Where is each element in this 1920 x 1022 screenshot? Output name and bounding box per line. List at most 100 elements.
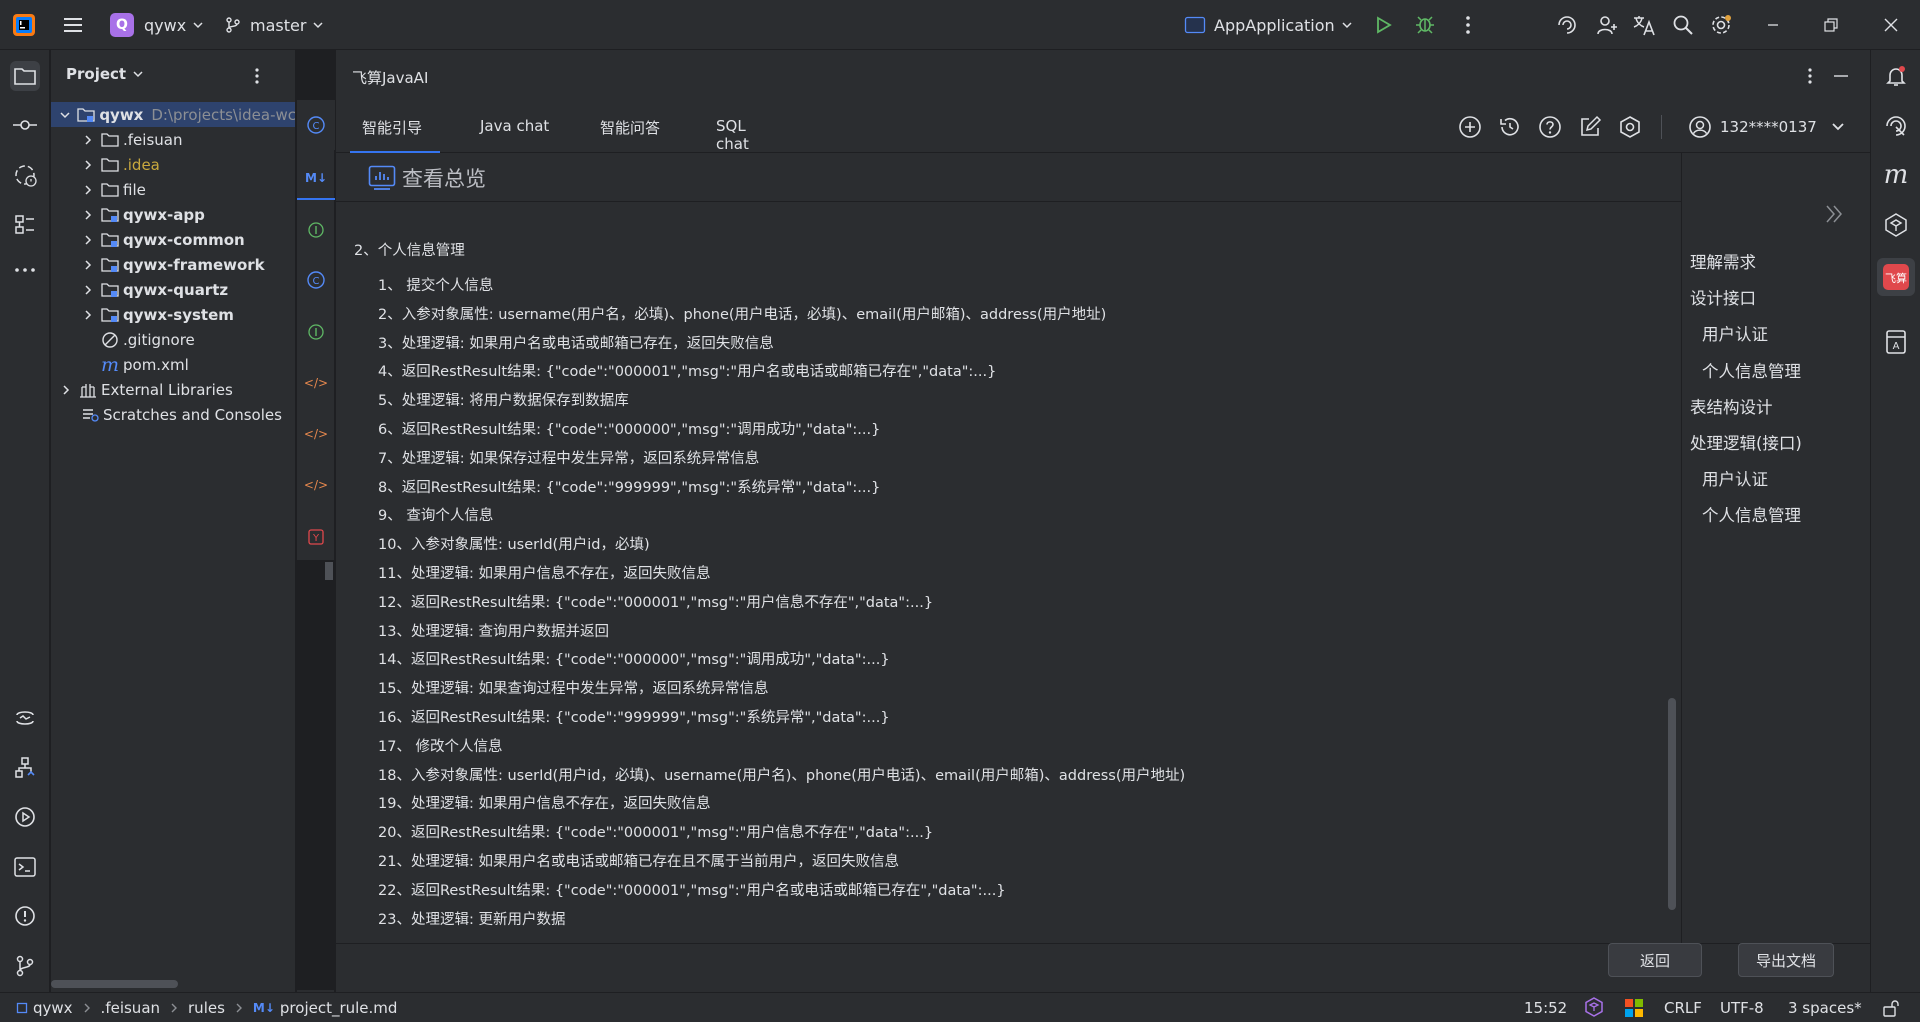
tree-item-file[interactable]: file bbox=[51, 177, 146, 202]
tab-java-chat[interactable]: Java chat bbox=[460, 100, 550, 153]
tab-smart-guide[interactable]: 智能引导 bbox=[350, 100, 440, 153]
chevron-right-icon[interactable] bbox=[81, 208, 95, 222]
toc-item[interactable]: 用户认证 bbox=[1702, 466, 1768, 490]
line-separator[interactable]: CRLF bbox=[1664, 999, 1702, 1017]
chevron-right-icon[interactable] bbox=[81, 258, 95, 272]
tree-item-qywx-quartz[interactable]: qywx-quartz bbox=[51, 277, 228, 302]
project-view-selector[interactable]: Project bbox=[66, 65, 144, 83]
main-menu-icon[interactable] bbox=[62, 14, 84, 36]
restore-window-icon[interactable] bbox=[1820, 14, 1842, 36]
breadcrumb-item[interactable]: .feisuan bbox=[101, 999, 160, 1017]
xml-file-icon[interactable]: </> bbox=[304, 373, 328, 393]
settings-icon[interactable] bbox=[1709, 13, 1733, 37]
tree-item-scratches[interactable]: Scratches and Consoles bbox=[51, 402, 282, 427]
interface-file-icon[interactable] bbox=[306, 322, 326, 342]
tree-item-pom[interactable]: m pom.xml bbox=[51, 352, 189, 377]
windows-icon[interactable] bbox=[1625, 999, 1643, 1017]
chevron-right-icon[interactable] bbox=[81, 308, 95, 322]
chevron-right-icon[interactable] bbox=[81, 183, 95, 197]
tree-item-qywx-framework[interactable]: qywx-framework bbox=[51, 252, 265, 277]
problems-icon[interactable] bbox=[10, 901, 40, 931]
tree-item-feisuan[interactable]: .feisuan bbox=[51, 127, 182, 152]
back-button[interactable]: 返回 bbox=[1608, 943, 1702, 977]
chevron-right-icon[interactable] bbox=[81, 283, 95, 297]
lock-icon[interactable] bbox=[1882, 999, 1900, 1017]
notifications-icon[interactable] bbox=[1881, 61, 1911, 91]
ai-assistant-icon[interactable] bbox=[1556, 14, 1578, 36]
breadcrumb-item[interactable]: project_rule.md bbox=[280, 999, 398, 1017]
add-user-icon[interactable] bbox=[1596, 14, 1618, 36]
run-config-selector[interactable]: AppApplication bbox=[1184, 12, 1353, 38]
markdown-file-icon[interactable]: M↓ bbox=[301, 168, 331, 188]
terminal-icon[interactable] bbox=[10, 852, 40, 882]
toc-item[interactable]: 个人信息管理 bbox=[1702, 502, 1801, 526]
tree-item-qywx-app[interactable]: qywx-app bbox=[51, 202, 205, 227]
tree-item-idea[interactable]: .idea bbox=[51, 152, 160, 177]
new-chat-icon[interactable] bbox=[1458, 115, 1482, 139]
code-review-icon[interactable] bbox=[10, 160, 40, 190]
tree-item-root[interactable]: qywx D:\projects\idea-wc bbox=[51, 102, 295, 127]
toc-item[interactable]: 个人信息管理 bbox=[1702, 358, 1801, 382]
run-tool-icon[interactable] bbox=[10, 802, 40, 832]
breadcrumb-item[interactable]: qywx bbox=[33, 999, 73, 1017]
breadcrumb-item[interactable]: rules bbox=[188, 999, 225, 1017]
toc-item[interactable]: 设计接口 bbox=[1690, 285, 1756, 309]
tab-smart-qa[interactable]: 智能问答 bbox=[576, 100, 666, 153]
more-actions-icon[interactable] bbox=[1458, 14, 1478, 36]
document-reader-icon[interactable]: A bbox=[1881, 327, 1911, 357]
tree-item-qywx-common[interactable]: qywx-common bbox=[51, 227, 245, 252]
chevron-right-icon[interactable] bbox=[81, 158, 95, 172]
collapse-toc-icon[interactable] bbox=[1824, 203, 1844, 225]
structure-icon[interactable] bbox=[10, 210, 40, 240]
close-window-icon[interactable] bbox=[1880, 14, 1902, 36]
caret-position[interactable]: 15:52 bbox=[1524, 999, 1567, 1017]
vertical-scrollbar-thumb[interactable] bbox=[1668, 698, 1676, 910]
file-encoding[interactable]: UTF-8 bbox=[1720, 999, 1764, 1017]
maven-tool-icon[interactable]: m bbox=[1881, 160, 1911, 190]
editor-scrollbar-thumb[interactable] bbox=[325, 562, 333, 580]
plugin-icon[interactable] bbox=[1881, 210, 1911, 240]
interface-file-icon[interactable] bbox=[306, 220, 326, 240]
hide-panel-icon[interactable] bbox=[1831, 66, 1851, 86]
settings-hex-icon[interactable] bbox=[1618, 115, 1642, 139]
xml-file-icon[interactable]: </> bbox=[304, 424, 328, 444]
plugin-status-icon[interactable] bbox=[1584, 997, 1604, 1017]
class-file-icon[interactable]: C bbox=[306, 270, 326, 290]
chevron-right-icon[interactable] bbox=[81, 233, 95, 247]
ai-chat-icon[interactable] bbox=[10, 703, 40, 733]
services-icon[interactable] bbox=[10, 753, 40, 783]
help-icon[interactable] bbox=[1538, 115, 1562, 139]
export-document-button[interactable]: 导出文档 bbox=[1738, 943, 1834, 977]
minimize-window-icon[interactable] bbox=[1762, 14, 1784, 36]
commit-icon[interactable] bbox=[10, 110, 40, 140]
panel-options-icon[interactable] bbox=[1804, 66, 1816, 86]
tree-item-qywx-system[interactable]: qywx-system bbox=[51, 302, 234, 327]
toc-item[interactable]: 用户认证 bbox=[1702, 321, 1768, 345]
project-switcher[interactable]: Q qywx bbox=[110, 12, 204, 38]
git-icon[interactable] bbox=[10, 951, 40, 981]
toc-item[interactable]: 处理逻辑(接口) bbox=[1690, 430, 1802, 454]
project-folder-icon[interactable] bbox=[10, 61, 40, 91]
feisuan-logo-icon[interactable]: 飞算 bbox=[1877, 258, 1915, 296]
edit-icon[interactable] bbox=[1578, 115, 1602, 139]
tab-sql-chat[interactable]: SQL chat bbox=[688, 100, 778, 153]
toc-item[interactable]: 表结构设计 bbox=[1690, 394, 1773, 418]
indent-setting[interactable]: 3 spaces* bbox=[1788, 999, 1862, 1017]
run-icon[interactable] bbox=[1372, 14, 1394, 36]
tree-item-external-libraries[interactable]: External Libraries bbox=[51, 377, 233, 402]
horizontal-scrollbar[interactable] bbox=[51, 980, 178, 988]
history-icon[interactable] bbox=[1498, 115, 1522, 139]
search-icon[interactable] bbox=[1672, 14, 1694, 36]
branch-switcher[interactable]: master bbox=[224, 12, 324, 38]
ai-assistant-icon[interactable] bbox=[1881, 111, 1911, 141]
toc-item[interactable]: 理解需求 bbox=[1690, 249, 1756, 273]
more-tools-icon[interactable] bbox=[10, 255, 40, 285]
debug-icon[interactable] bbox=[1414, 13, 1436, 35]
class-file-icon[interactable]: C bbox=[306, 115, 326, 135]
chevron-down-icon[interactable] bbox=[59, 108, 71, 122]
translate-icon[interactable] bbox=[1632, 13, 1656, 37]
tree-item-gitignore[interactable]: .gitignore bbox=[51, 327, 195, 352]
project-options-icon[interactable] bbox=[251, 66, 263, 86]
xml-file-icon[interactable]: </> bbox=[304, 475, 328, 495]
yaml-file-icon[interactable]: Y bbox=[306, 527, 326, 547]
